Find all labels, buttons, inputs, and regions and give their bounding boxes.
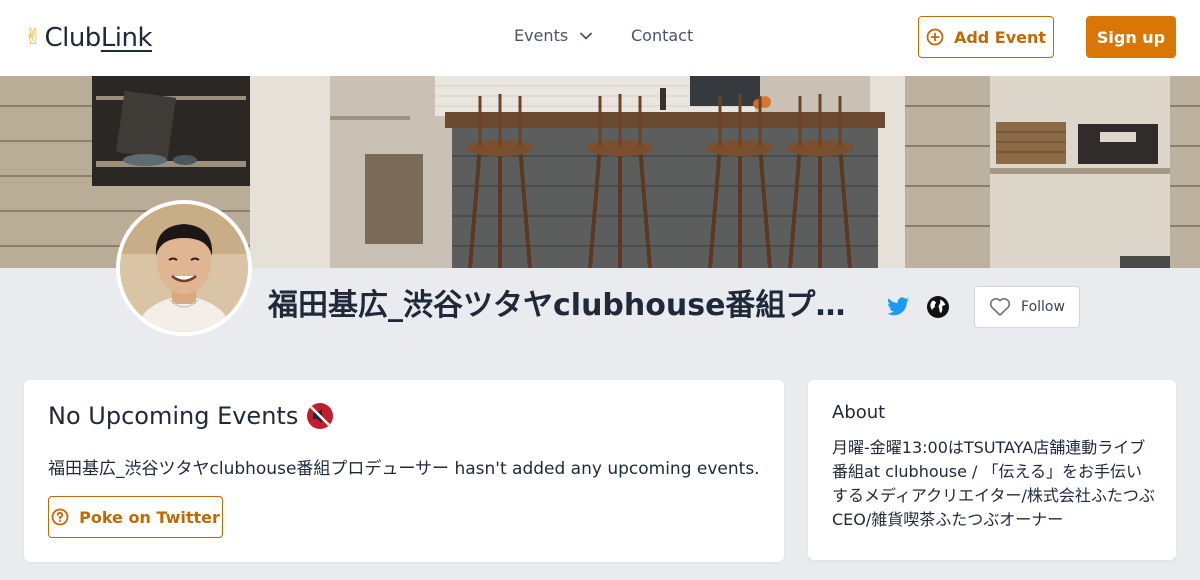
- upcoming-events-card: No Upcoming Events 福田基広_渋谷ツタヤclubhouse番組…: [24, 380, 784, 562]
- globe-icon[interactable]: [926, 295, 950, 319]
- top-nav-bar: ✌ ClubLink Events Contact Add Event Sign…: [0, 0, 1200, 76]
- logo-text-link: Link: [100, 23, 153, 53]
- question-circle-icon: [51, 508, 69, 526]
- events-heading: No Upcoming Events: [48, 402, 334, 430]
- add-event-label: Add Event: [953, 27, 1047, 47]
- twitter-icon[interactable]: [886, 295, 910, 319]
- follow-label: Follow: [1021, 299, 1065, 315]
- plus-circle-icon: [926, 28, 944, 46]
- about-text: 月曜-金曜13:00はTSUTAYA店舗連動ライブ番組at clubhouse …: [832, 438, 1155, 529]
- about-card: About 月曜-金曜13:00はTSUTAYA店舗連動ライブ番組at club…: [808, 380, 1176, 560]
- about-title: About: [832, 402, 886, 423]
- clublink-logo[interactable]: ✌ ClubLink: [24, 20, 153, 56]
- nav-contact-link[interactable]: Contact: [631, 26, 693, 45]
- logo-text-club: Club: [44, 23, 101, 53]
- sign-up-button[interactable]: Sign up: [1086, 16, 1176, 58]
- poke-label: Poke on Twitter: [79, 507, 220, 527]
- nav-events-label: Events: [514, 26, 569, 45]
- poke-on-twitter-button[interactable]: Poke on Twitter: [48, 496, 223, 538]
- no-events-message: 福田基広_渋谷ツタヤclubhouse番組プロデューサー hasn't adde…: [48, 459, 760, 479]
- muted-speaker-icon: [307, 403, 334, 429]
- follow-button[interactable]: Follow: [974, 286, 1080, 328]
- add-event-button[interactable]: Add Event: [918, 16, 1054, 58]
- heart-icon: [989, 298, 1011, 316]
- events-title: No Upcoming Events: [48, 402, 299, 430]
- chevron-down-icon: [580, 32, 593, 39]
- nav-events-dropdown[interactable]: Events: [514, 26, 593, 45]
- profile-name: 福田基広_渋谷ツタヤclubhouse番組プロデューサー: [268, 288, 848, 323]
- victory-hand-icon: ✌: [24, 25, 43, 50]
- profile-avatar: [116, 200, 252, 336]
